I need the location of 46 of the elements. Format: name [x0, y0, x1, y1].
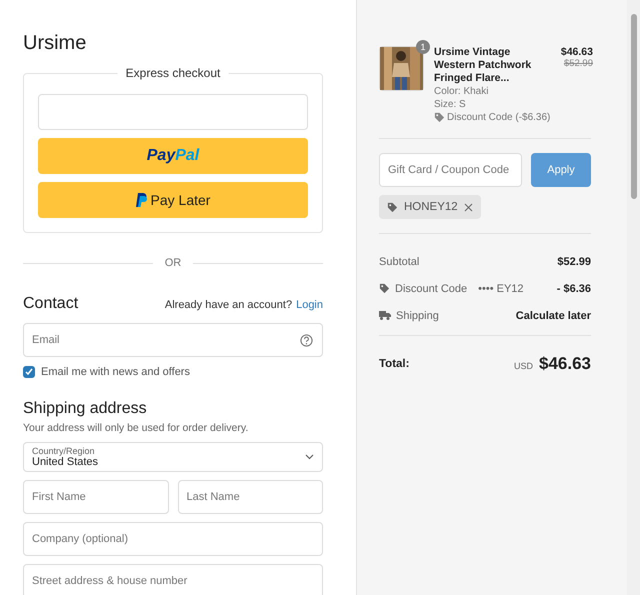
quantity-badge: 1	[416, 40, 430, 54]
company-field[interactable]: Company (optional)	[23, 522, 323, 556]
shipping-note: Your address will only be used for order delivery.	[23, 422, 250, 434]
product-price: $46.63	[560, 46, 593, 58]
street-field[interactable]: Street address & house number	[23, 564, 323, 595]
checkbox-label: Email me with news and offers	[41, 366, 190, 378]
total-label: Total:	[379, 358, 410, 370]
payment-logo-icon	[136, 193, 147, 207]
section-title: Express checkout	[118, 66, 228, 80]
account-prompt: Already have an account?	[164, 299, 292, 311]
product-color: Color: Khaki	[434, 85, 490, 98]
email-field[interactable]: Email	[23, 323, 323, 357]
paypal-button[interactable]: PayPal	[38, 138, 308, 174]
divider-label: OR	[164, 257, 182, 269]
summary-label: Shipping	[396, 310, 439, 322]
section-heading: Shipping address	[23, 400, 148, 418]
summary-label: Discount Code	[395, 282, 468, 294]
first-name-field[interactable]: First Name	[23, 480, 168, 514]
currency-code: USD	[514, 361, 533, 371]
tag-icon	[434, 112, 445, 123]
applied-code-chip: HONEY12	[379, 195, 481, 219]
login-link[interactable]: Login	[296, 299, 323, 311]
store-logo: Ursime	[23, 32, 88, 55]
coupon-field[interactable]: Gift Card / Coupon Code	[379, 153, 522, 187]
section-heading: Contact	[23, 295, 78, 313]
total-amount: $46.63	[539, 354, 591, 374]
product-name: Ursime Vintage Western Patchwork Fringed Flare...	[434, 46, 532, 85]
summary-value: - $6.36	[556, 282, 591, 294]
country-select[interactable]: Country/Region United States	[23, 442, 323, 472]
last-name-field[interactable]: Last Name	[178, 480, 323, 514]
product-size: Size: S	[434, 98, 467, 111]
product-discount: Discount Code (-$6.36)	[447, 111, 550, 124]
summary-label: Subtotal	[379, 256, 420, 268]
summary-value: $52.99	[557, 256, 591, 268]
pay-later-button[interactable]: Pay Later	[38, 182, 308, 218]
tag-icon	[379, 283, 390, 294]
chevron-down-icon	[305, 454, 314, 460]
tag-icon	[387, 202, 398, 212]
newsletter-checkbox[interactable]	[23, 366, 35, 378]
original-price: $52.99	[564, 58, 593, 69]
help-icon[interactable]	[300, 334, 313, 347]
summary-value: Calculate later	[516, 310, 591, 322]
truck-icon	[379, 311, 391, 320]
close-icon[interactable]	[464, 202, 473, 212]
scrollbar[interactable]	[627, 0, 640, 595]
discount-code: •••• EY12	[478, 282, 524, 294]
